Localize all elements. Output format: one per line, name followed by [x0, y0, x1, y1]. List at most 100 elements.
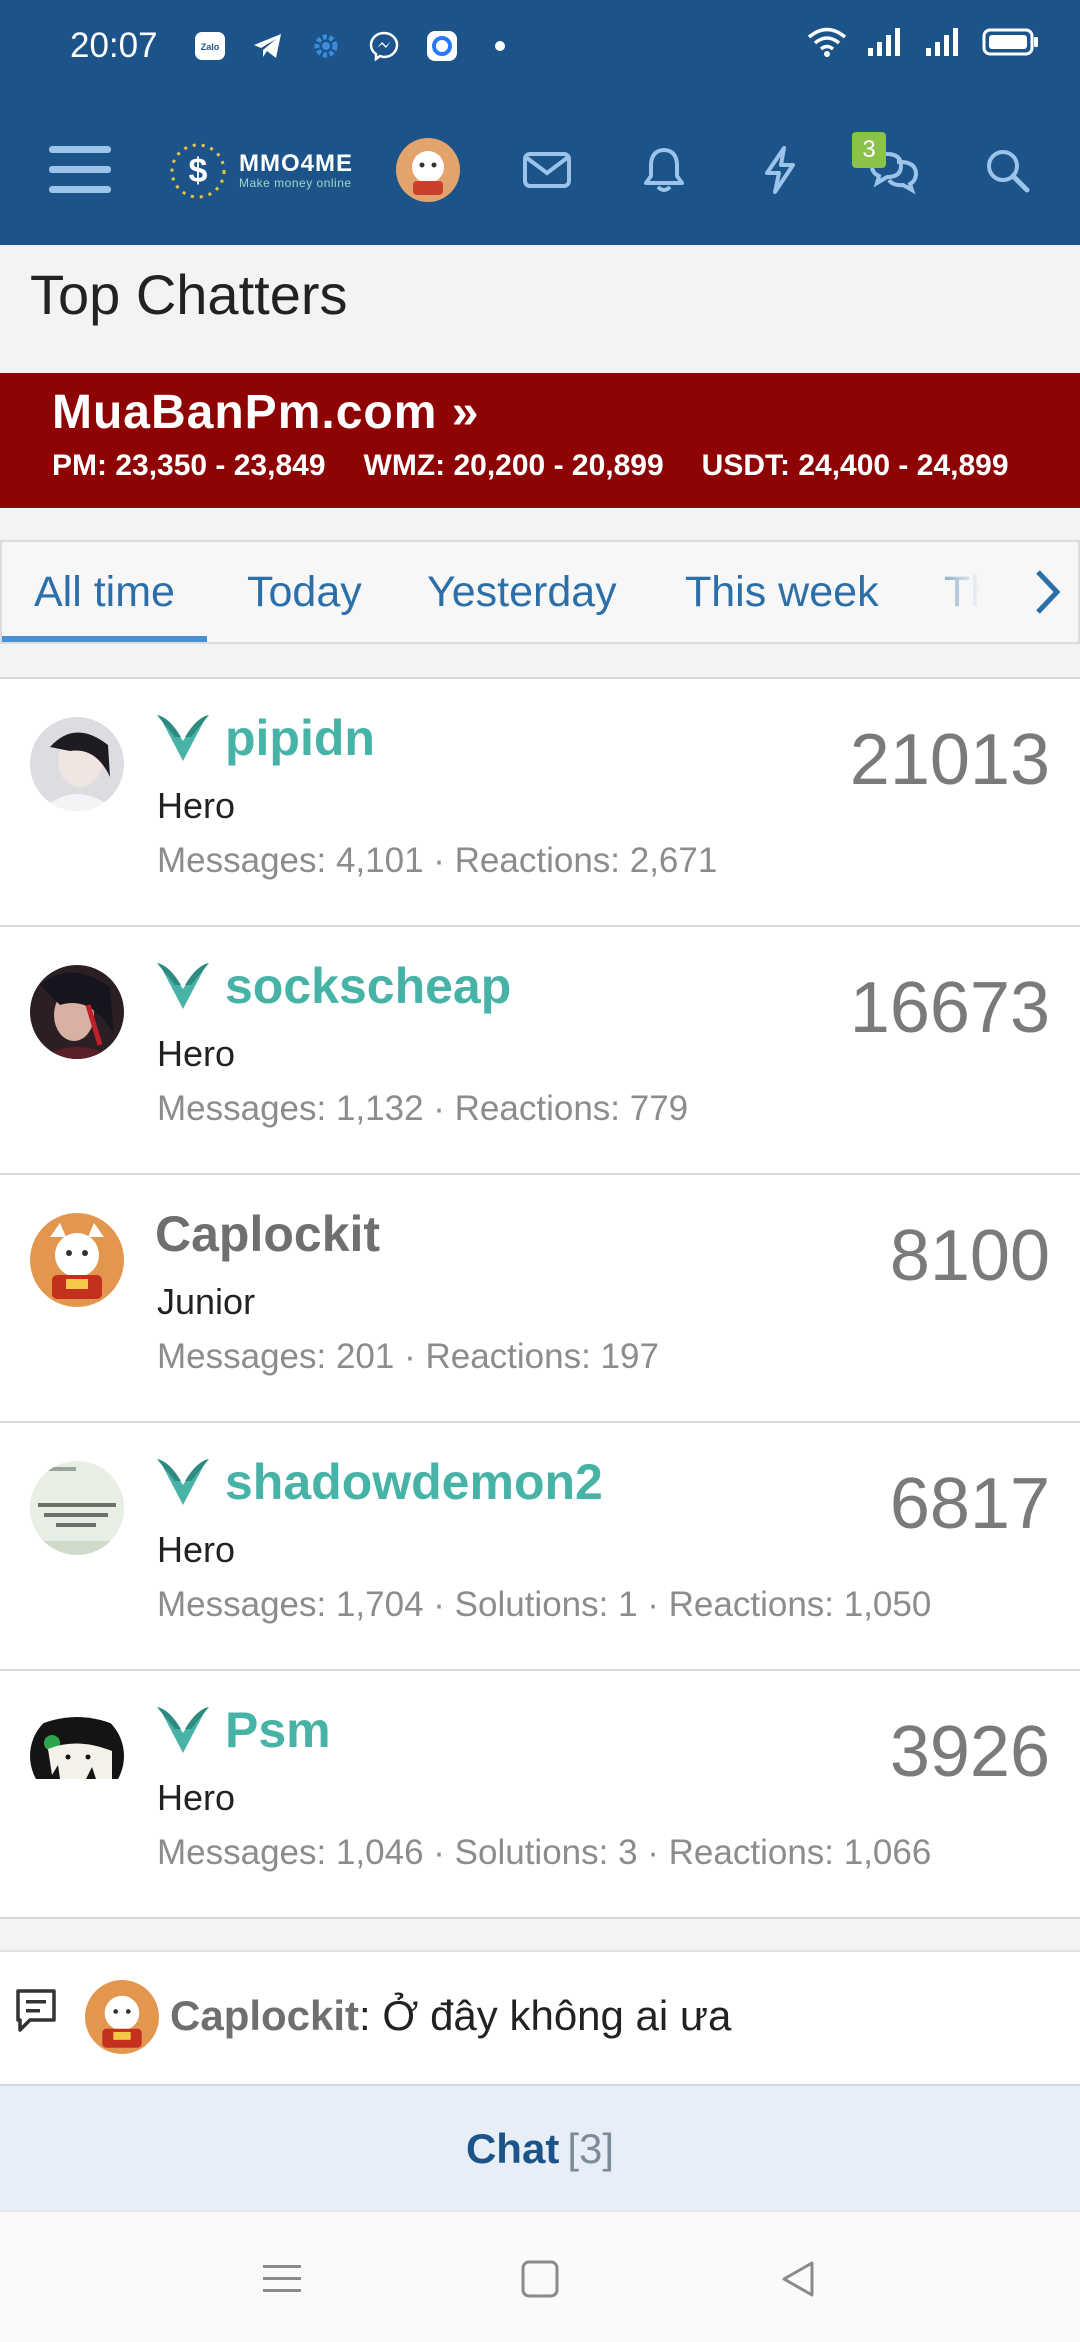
list-item[interactable]: Psm Hero Messages: 1,046 · Solutions: 3 … — [0, 1671, 1080, 1919]
wifi-icon — [806, 26, 848, 63]
logo-dollar-icon: $ — [170, 143, 226, 198]
ticker-message-line: Caplockit: Ở đây không ai ưa — [170, 1992, 731, 2040]
user-stats: Messages: 1,132 · Reactions: 779 — [157, 1089, 689, 1128]
avatar[interactable] — [85, 1980, 159, 2054]
user-title: Hero — [157, 1777, 236, 1818]
logo-text: MMO4ME — [239, 149, 353, 177]
chat-message-icon — [16, 1989, 56, 2032]
tab-all-time[interactable]: All time — [2, 542, 207, 642]
username[interactable]: pipidn — [225, 709, 375, 767]
hero-wings-icon — [157, 1707, 209, 1753]
banner-rate-pm: PM: 23,350 - 23,849 — [52, 449, 326, 482]
username-line: Psm — [155, 1701, 331, 1759]
username[interactable]: Psm — [225, 1701, 331, 1759]
zalo-icon: Zalo — [190, 26, 230, 66]
list-item[interactable]: sockscheap Hero Messages: 1,132 · Reacti… — [0, 927, 1080, 1175]
user-stats: Messages: 4,101 · Reactions: 2,671 — [157, 841, 718, 880]
gear-icon — [306, 26, 346, 66]
alerts-button[interactable] — [632, 135, 696, 205]
menu-icon — [263, 2265, 301, 2292]
hamburger-icon — [49, 146, 111, 193]
period-tabs: All time Today Yesterday This week Th — [0, 540, 1080, 644]
notification-icons: Zalo — [190, 26, 520, 66]
search-icon — [987, 150, 1030, 193]
username-line: pipidn — [155, 709, 375, 767]
username[interactable]: shadowdemon2 — [225, 1453, 603, 1511]
svg-text:$: $ — [189, 152, 208, 190]
hero-wings-icon — [157, 715, 209, 761]
messenger-icon — [364, 26, 404, 66]
tab-this-week[interactable]: This week — [685, 542, 879, 642]
hero-wings-icon — [157, 963, 209, 1009]
home-icon — [521, 2260, 559, 2298]
account-avatar-button[interactable] — [393, 135, 463, 205]
username[interactable]: Caplockit — [155, 1205, 380, 1263]
logo-tagline: Make money online — [239, 175, 352, 190]
tab-yesterday[interactable]: Yesterday — [427, 542, 617, 642]
banner-rates: PM: 23,350 - 23,849 WMZ: 20,200 - 20,899… — [52, 449, 1009, 483]
list-item[interactable]: Caplockit Junior Messages: 201 · Reactio… — [0, 1175, 1080, 1423]
avatar[interactable] — [30, 965, 124, 1059]
avatar[interactable] — [30, 1461, 124, 1555]
user-title: Hero — [157, 1033, 236, 1074]
user-stats: Messages: 1,046 · Solutions: 3 · Reactio… — [157, 1833, 932, 1872]
banner-rate-usdt: USDT: 24,400 - 24,899 — [701, 449, 1009, 482]
tab-overflow-fade — [907, 542, 1007, 642]
cell-signal-icon — [866, 26, 906, 63]
ticker-message: Ở đây không ai ưa — [382, 1992, 732, 2039]
banner-rate-wmz: WMZ: 20,200 - 20,899 — [363, 449, 664, 482]
site-logo[interactable]: $ MMO4ME Make money online — [165, 133, 353, 208]
ticker-separator: : — [359, 1992, 383, 2039]
ticker-username[interactable]: Caplockit — [170, 1992, 359, 2039]
chat-score: 6817 — [889, 1464, 1050, 1544]
status-time: 20:07 — [70, 26, 158, 65]
back-button[interactable] — [763, 2244, 833, 2314]
back-icon — [782, 2261, 814, 2297]
username[interactable]: sockscheap — [225, 957, 511, 1015]
home-button[interactable] — [505, 2244, 575, 2314]
avatar[interactable] — [30, 1709, 124, 1803]
chat-ticker[interactable]: Caplockit: Ở đây không ai ưa — [0, 1950, 1080, 2084]
user-stats: Messages: 1,704 · Solutions: 1 · Reactio… — [157, 1585, 932, 1624]
chat-score: 3926 — [889, 1712, 1050, 1792]
search-button[interactable] — [975, 135, 1039, 205]
signal-app-icon — [422, 26, 462, 66]
zalo-label: Zalo — [201, 42, 220, 52]
avatar[interactable] — [30, 717, 124, 811]
status-bar: 20:07 Zalo — [0, 0, 1080, 95]
cell-signal-icon — [924, 26, 964, 63]
bell-icon — [644, 148, 684, 192]
recent-apps-button[interactable] — [247, 2244, 317, 2314]
whats-new-button[interactable] — [748, 135, 812, 205]
list-item[interactable]: pipidn Hero Messages: 4,101 · Reactions:… — [0, 677, 1080, 927]
ad-banner[interactable]: MuaBanPm.com » PM: 23,350 - 23,849 WMZ: … — [0, 373, 1080, 508]
telegram-icon — [248, 26, 288, 66]
username-line: shadowdemon2 — [155, 1453, 603, 1511]
system-navigation-bar — [0, 2210, 1080, 2342]
list-item[interactable]: shadowdemon2 Hero Messages: 1,704 · Solu… — [0, 1423, 1080, 1671]
banner-title: MuaBanPm.com » — [52, 386, 480, 439]
username-line: Caplockit — [155, 1205, 380, 1263]
chat-score: 16673 — [849, 968, 1050, 1048]
envelope-icon — [523, 152, 571, 188]
tabs-scroll-right-button[interactable] — [1017, 542, 1077, 642]
inbox-button[interactable] — [515, 135, 579, 205]
status-right-icons — [806, 26, 1040, 63]
tab-today[interactable]: Today — [247, 542, 362, 642]
hero-wings-icon — [157, 1459, 209, 1505]
chat-open-button[interactable]: Chat [3] — [0, 2084, 1080, 2211]
user-stats: Messages: 201 · Reactions: 197 — [157, 1337, 659, 1376]
conversations-badge: 3 — [852, 132, 886, 168]
menu-button[interactable] — [40, 135, 120, 205]
dot-icon — [480, 26, 520, 66]
chat-count: [3] — [567, 2124, 615, 2172]
page-title: Top Chatters — [30, 263, 348, 326]
chevron-right-icon — [1036, 570, 1061, 614]
lightning-bolt-icon — [765, 146, 795, 194]
user-title: Hero — [157, 1529, 236, 1570]
avatar — [396, 138, 460, 202]
chatters-list: pipidn Hero Messages: 4,101 · Reactions:… — [0, 677, 1080, 1919]
avatar[interactable] — [30, 1213, 124, 1307]
chat-score: 21013 — [849, 720, 1050, 800]
user-title: Hero — [157, 785, 236, 826]
